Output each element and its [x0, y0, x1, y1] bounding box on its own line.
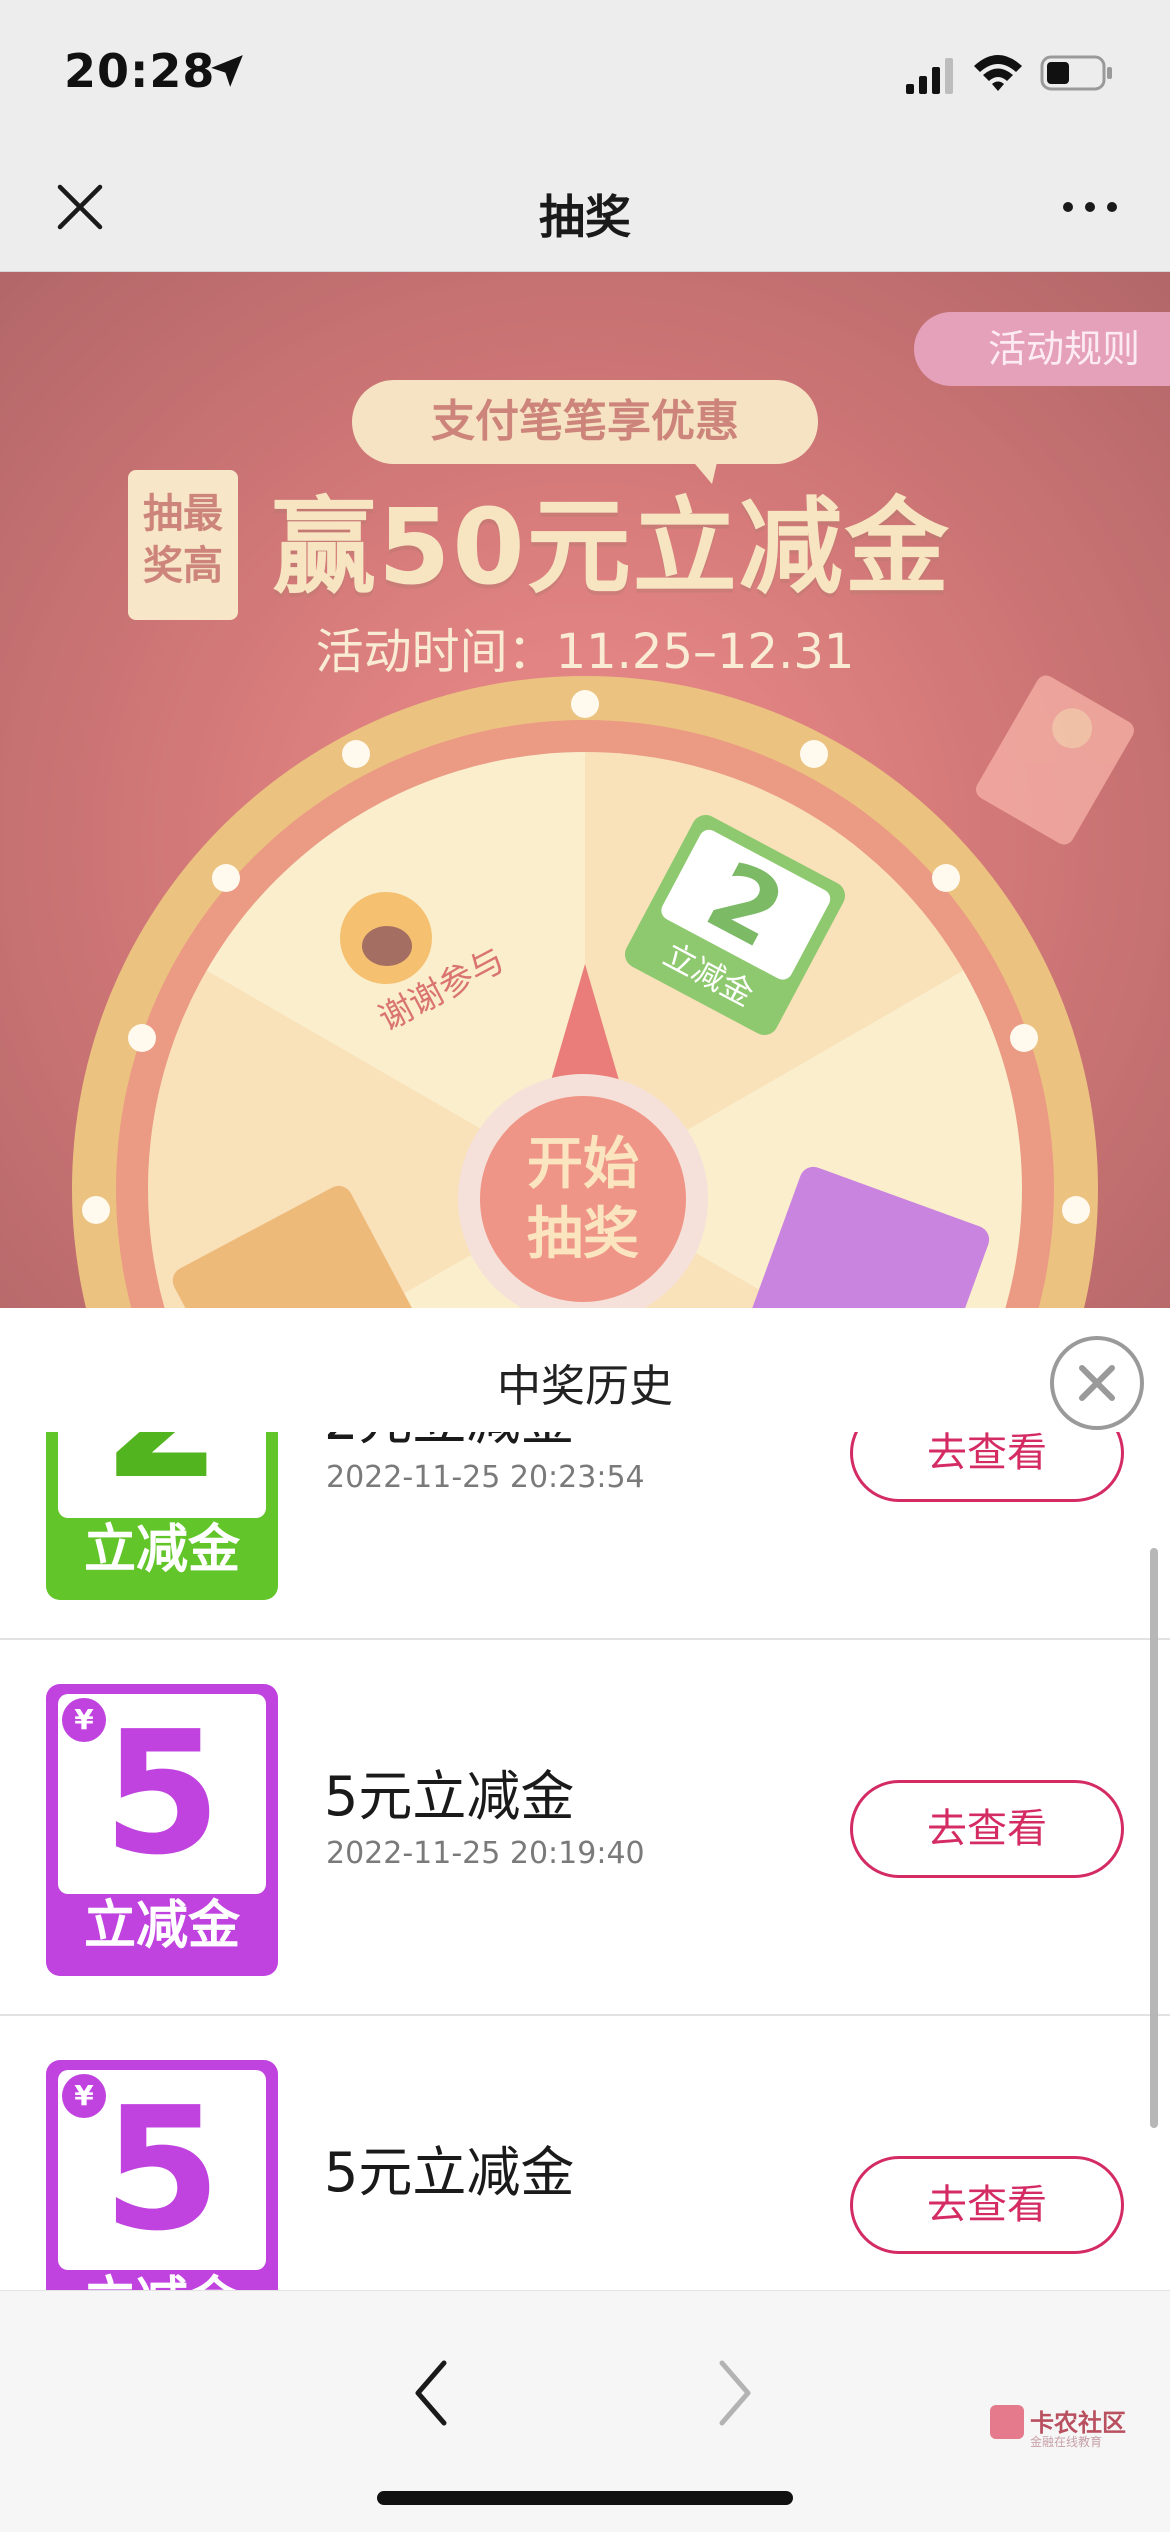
coupon-value: 2 — [58, 1432, 266, 1518]
history-row: 5 ¥ 立减金 5元立减金 去查看 — [0, 2016, 1170, 2302]
nav-bar: 抽奖 — [0, 145, 1170, 272]
coupon-label: 立减金 — [83, 1520, 240, 1580]
view-prize-button[interactable]: 去查看 — [850, 1432, 1124, 1502]
scrollbar[interactable] — [1150, 1548, 1158, 2128]
battery-icon — [1040, 55, 1112, 91]
prize-time: 2022-11-25 20:23:54 — [326, 1460, 645, 1495]
coupon-icon: 5 ¥ 立减金 — [46, 2060, 278, 2302]
prize-name: 5元立减金 — [324, 1765, 575, 1828]
wifi-icon — [974, 55, 1022, 91]
coupon-label: 立减金 — [83, 1896, 240, 1956]
status-time: 20:28 — [64, 44, 216, 98]
home-indicator[interactable] — [377, 2491, 793, 2505]
forward-arrow-icon[interactable] — [710, 2353, 760, 2433]
lottery-banner: 活动规则 支付笔笔享优惠 抽最 奖高 赢50元立减金 活动时间：11.25–12… — [0, 272, 1170, 1308]
watermark-logo — [990, 2405, 1024, 2439]
cellular-signal-icon — [906, 58, 953, 94]
coupon-icon: 2 立减金 — [46, 1432, 278, 1600]
page-title: 抽奖 — [539, 190, 631, 244]
sheet-title: 中奖历史 — [497, 1361, 673, 1412]
close-sheet-button[interactable] — [1050, 1336, 1144, 1430]
location-arrow-icon — [211, 55, 243, 87]
winning-history-sheet: 中奖历史 2 立减金 2元立减金 2022-11-25 20:23:54 去查看… — [0, 1308, 1170, 2302]
more-options-icon[interactable] — [1060, 195, 1120, 219]
status-bar: 20:28 — [0, 0, 1170, 145]
watermark-subtext: 金融在线教育 — [1030, 2435, 1103, 2449]
view-prize-button[interactable]: 去查看 — [850, 2156, 1124, 2254]
prize-name: 2元立减金 — [324, 1432, 574, 1455]
yen-icon: ¥ — [62, 1698, 106, 1742]
browser-toolbar: 卡农社区 金融在线教育 — [0, 2290, 1170, 2532]
coupon-icon: 5 ¥ 立减金 — [46, 1684, 278, 1976]
yen-icon: ¥ — [62, 2074, 106, 2118]
prize-time: 2022-11-25 20:19:40 — [326, 1836, 645, 1871]
history-row: 2 立减金 2元立减金 2022-11-25 20:23:54 去查看 — [0, 1432, 1170, 1640]
history-row: 5 ¥ 立减金 5元立减金 2022-11-25 20:19:40 去查看 — [0, 1640, 1170, 2016]
close-icon — [1079, 1365, 1115, 1401]
view-prize-button[interactable]: 去查看 — [850, 1780, 1124, 1878]
prize-name: 5元立减金 — [324, 2141, 575, 2204]
back-arrow-icon[interactable] — [406, 2353, 456, 2433]
modal-overlay[interactable] — [0, 272, 1170, 1308]
history-list[interactable]: 2 立减金 2元立减金 2022-11-25 20:23:54 去查看 5 ¥ … — [0, 1432, 1170, 2302]
